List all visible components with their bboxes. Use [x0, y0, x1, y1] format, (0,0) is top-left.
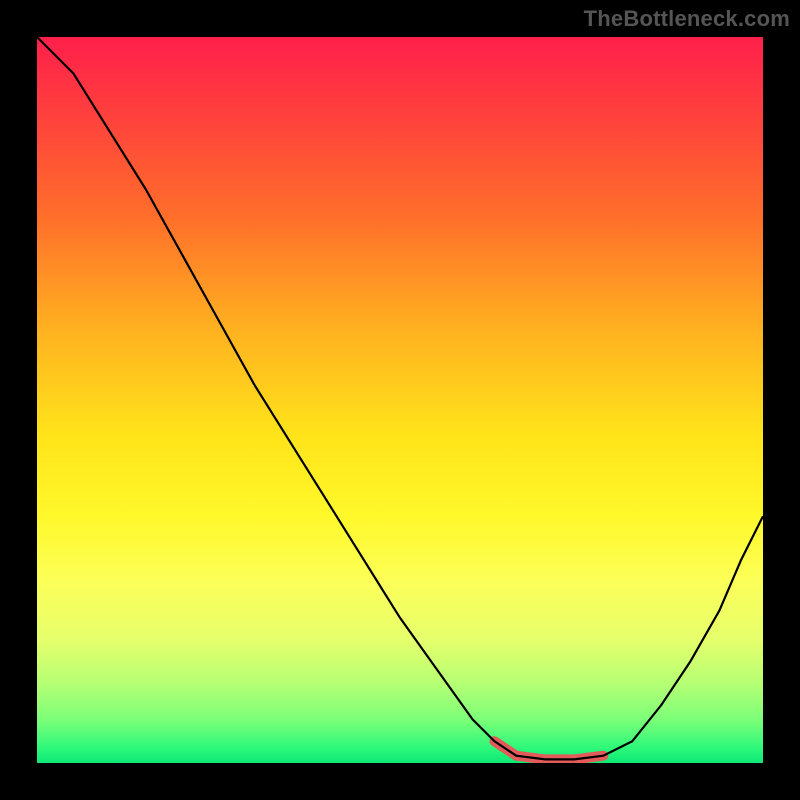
- plot-area: [37, 37, 763, 763]
- curve-layer: [37, 37, 763, 763]
- chart-frame: TheBottleneck.com: [0, 0, 800, 800]
- bottleneck-curve-line: [37, 37, 763, 759]
- watermark-text: TheBottleneck.com: [584, 6, 790, 32]
